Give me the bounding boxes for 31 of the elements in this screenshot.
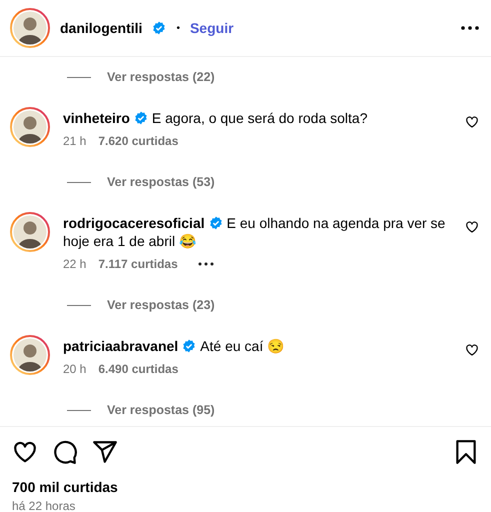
avatar[interactable] [10, 107, 50, 147]
share-icon[interactable] [92, 439, 118, 465]
username[interactable]: danilogentili [60, 20, 142, 36]
comment-time: 20 h [63, 362, 86, 376]
like-icon[interactable] [465, 115, 479, 129]
comment-time: 22 h [63, 257, 86, 271]
separator-dot: • [176, 22, 180, 34]
comment-icon[interactable] [52, 439, 78, 465]
comment-likes[interactable]: 6.490 curtidas [98, 362, 178, 376]
like-icon[interactable] [12, 439, 38, 465]
view-replies-link[interactable]: Ver respostas (22) [107, 70, 215, 84]
bookmark-icon[interactable] [455, 439, 477, 465]
more-options-icon[interactable] [198, 262, 214, 266]
follow-button[interactable]: Seguir [190, 20, 234, 36]
comment-text: vinheteiro E agora, o que será do roda solta? [63, 109, 368, 127]
avatar[interactable] [10, 8, 50, 48]
comment-time: 21 h [63, 134, 86, 148]
like-icon[interactable] [465, 220, 479, 234]
view-replies-link[interactable]: Ver respostas (95) [107, 403, 215, 417]
comment-text: patriciaabravanel Até eu caí 😒 [63, 337, 286, 355]
comment-likes[interactable]: 7.117 curtidas [98, 257, 178, 271]
avatar[interactable] [10, 212, 50, 252]
avatar[interactable] [10, 335, 50, 375]
comment-likes[interactable]: 7.620 curtidas [98, 134, 178, 148]
likes-count[interactable]: 700 mil curtidas [12, 479, 477, 495]
view-replies-link[interactable]: Ver respostas (53) [107, 175, 215, 189]
comment-text: rodrigocaceresoficial E eu olhando na agenda pra ver se hoje era 1 de abril 😂 [63, 214, 446, 250]
view-replies-link[interactable]: Ver respostas (23) [107, 298, 215, 312]
like-icon[interactable] [465, 343, 479, 357]
more-options-icon[interactable] [461, 26, 479, 30]
post-time: há 22 horas [12, 499, 76, 512]
